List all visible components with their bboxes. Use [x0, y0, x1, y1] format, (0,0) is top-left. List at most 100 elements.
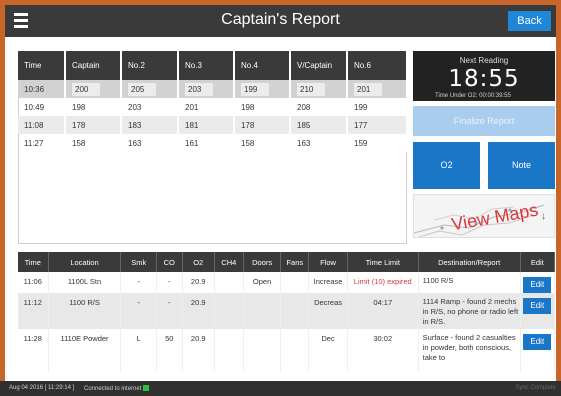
page-title: Captain's Report	[221, 11, 340, 28]
column-header-fans: Fans	[280, 252, 310, 272]
edit-button[interactable]: Edit	[523, 277, 552, 293]
table-cell: Increase	[308, 272, 348, 293]
table-cell[interactable]: Edit	[520, 272, 556, 293]
edit-button[interactable]: Edit	[523, 298, 552, 314]
table-cell: -	[120, 272, 157, 293]
column-header-co: CO	[156, 252, 183, 272]
table-cell: -	[120, 293, 157, 329]
table-cell: 158	[234, 134, 291, 152]
table-cell	[214, 329, 244, 371]
table-cell: Dec	[308, 329, 348, 371]
table-cell: 158	[65, 134, 122, 152]
column-header-no3: No.3	[178, 51, 235, 80]
table-cell	[214, 272, 244, 293]
table-cell: 10:49	[18, 98, 66, 116]
column-header-edit: Edit	[520, 252, 556, 272]
column-header-destination: Destination/Report	[418, 252, 521, 272]
next-reading-label: Next Reading	[459, 56, 509, 65]
destination-report: Surface - found 2 casualties in powder, …	[418, 329, 521, 371]
table-cell	[280, 329, 310, 371]
table-cell: 185	[290, 116, 348, 134]
sync-status: Sync Complete	[515, 385, 556, 391]
table-cell: 20.9	[182, 293, 215, 329]
reading-value[interactable]: 203	[185, 82, 213, 96]
column-header-doors: Doors	[243, 252, 282, 272]
column-header-time: Time	[18, 51, 66, 80]
table-cell[interactable]: 200	[65, 80, 122, 98]
note-button[interactable]: Note	[488, 142, 555, 189]
table-cell: 11:12	[18, 293, 49, 329]
column-header-vcaptain: V/Captain	[290, 51, 348, 80]
connection-status-label: Connected to internet	[84, 386, 142, 392]
column-header-ch4: CH4	[214, 252, 244, 272]
table-cell: 159	[347, 134, 408, 152]
time-limit-expired: Limit (10) expired	[347, 272, 419, 293]
table-cell[interactable]: Edit	[520, 293, 556, 329]
log-header-row: Time Location Smk CO O2 CH4 Doors Fans F…	[18, 252, 556, 272]
table-cell: 201	[178, 98, 235, 116]
table-cell: 203	[121, 98, 179, 116]
table-cell: Decreas	[308, 293, 348, 329]
table-cell: 1110E Powder	[48, 329, 122, 371]
column-header-no4: No.4	[234, 51, 291, 80]
column-header-no6: No.6	[347, 51, 408, 80]
reading-value[interactable]: 201	[354, 82, 382, 96]
table-cell: 20.9	[182, 272, 215, 293]
table-row[interactable]: 11:06 1100L Stn - - 20.9 Open Increase L…	[18, 272, 556, 293]
time-under-o2: Time Under O2: 00:00:39:55	[435, 93, 511, 99]
table-cell	[280, 293, 310, 329]
table-cell: L	[120, 329, 157, 371]
app-window: Captain's Report Back Time Captain No.2 …	[5, 5, 556, 386]
table-cell[interactable]: 205	[121, 80, 179, 98]
table-cell: 11:27	[18, 134, 66, 152]
table-cell	[243, 329, 282, 371]
connection-status-dot-icon	[143, 385, 150, 391]
finalize-report-button[interactable]: Finalize Report	[413, 106, 555, 136]
table-cell[interactable]: 203	[178, 80, 235, 98]
log-table: Time Location Smk CO O2 CH4 Doors Fans F…	[18, 252, 556, 371]
back-button[interactable]: Back	[508, 11, 551, 31]
table-cell[interactable]: 199	[234, 80, 291, 98]
reading-value[interactable]: 205	[128, 82, 156, 96]
readings-table: Time Captain No.2 No.3 No.4 V/Captain No…	[18, 51, 408, 152]
reading-value[interactable]: 199	[241, 82, 269, 96]
table-cell[interactable]: 210	[290, 80, 348, 98]
column-header-time: Time	[18, 252, 49, 272]
arrow-down-icon: ↓	[541, 211, 546, 222]
column-header-location: Location	[48, 252, 122, 272]
table-cell: 178	[234, 116, 291, 134]
next-reading-panel: Next Reading 18:55 Time Under O2: 00:00:…	[413, 51, 555, 101]
next-reading-timer: 18:55	[448, 66, 520, 92]
column-header-no2: No.2	[121, 51, 179, 80]
table-row[interactable]: 11:27 158 163 161 158 163 159	[18, 134, 408, 152]
table-row[interactable]: 11:28 1110E Powder L 50 20.9 Dec 30:02 S…	[18, 329, 556, 371]
o2-button[interactable]: O2	[413, 142, 480, 189]
table-cell: 50	[156, 329, 183, 371]
table-cell[interactable]: Edit	[520, 329, 556, 371]
column-header-flow: Flow	[308, 252, 348, 272]
table-cell: Open	[243, 272, 282, 293]
column-header-o2: O2	[182, 252, 215, 272]
table-cell: 163	[290, 134, 348, 152]
table-cell: 11:06	[18, 272, 49, 293]
table-row[interactable]: 11:08 178 183 181 178 185 177	[18, 116, 408, 134]
table-cell	[280, 272, 310, 293]
table-cell: -	[156, 272, 183, 293]
table-cell: 183	[121, 116, 179, 134]
destination-report: 1100 R/S	[418, 272, 521, 293]
table-cell: 11:28	[18, 329, 49, 371]
table-cell: -	[156, 293, 183, 329]
table-cell: 1100 R/S	[48, 293, 122, 329]
view-maps-button[interactable]: View Maps ↓	[413, 194, 555, 238]
table-cell: 199	[347, 98, 408, 116]
table-row[interactable]: 10:36 200 205 203 199 210 201	[18, 80, 408, 98]
table-row[interactable]: 11:12 1100 R/S - - 20.9 Decreas 04:17 11…	[18, 293, 556, 329]
reading-value[interactable]: 200	[72, 82, 100, 96]
destination-report: 1114 Ramp - found 2 mechs in R/S, no pho…	[418, 293, 521, 329]
table-cell[interactable]: 201	[347, 80, 408, 98]
table-row[interactable]: 10:49 198 203 201 198 208 199	[18, 98, 408, 116]
table-cell: 181	[178, 116, 235, 134]
reading-value[interactable]: 210	[297, 82, 325, 96]
edit-button[interactable]: Edit	[523, 334, 552, 350]
table-cell: 163	[121, 134, 179, 152]
